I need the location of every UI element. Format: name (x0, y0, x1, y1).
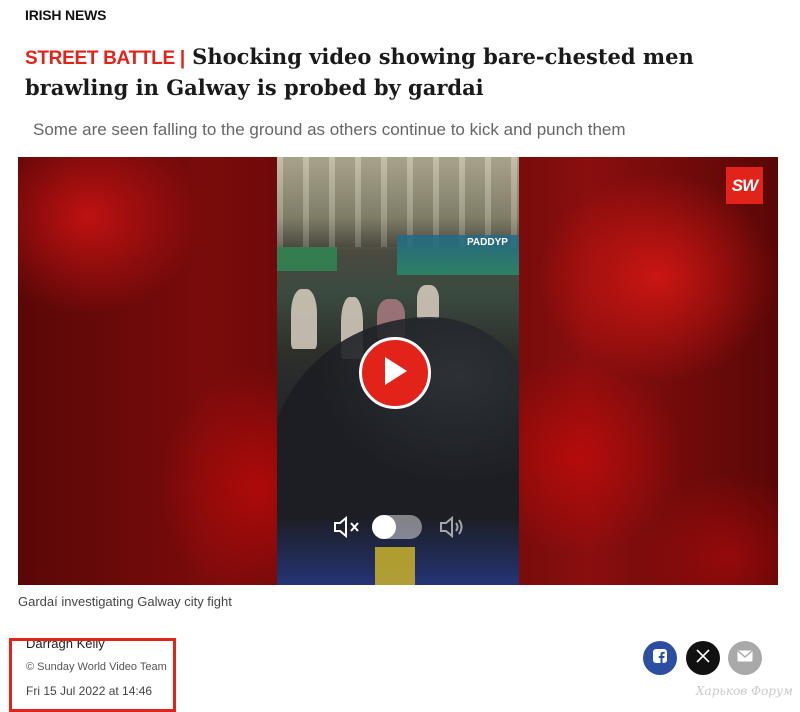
article-headline: STREET BATTLE | Shocking video showing b… (25, 42, 745, 102)
frame-shop-sign (277, 247, 337, 271)
share-x-button[interactable] (686, 641, 720, 675)
share-email-button[interactable] (728, 641, 762, 675)
sunday-world-logo: SW (726, 167, 763, 204)
watermark: Харьков Форум (696, 684, 793, 698)
headline-kicker: STREET BATTLE | (25, 48, 185, 69)
toggle-knob (372, 515, 396, 539)
video-caption: Gardaí investigating Galway city fight (18, 594, 232, 609)
frame-person (291, 289, 317, 349)
email-icon (737, 649, 753, 667)
play-button[interactable] (359, 337, 431, 409)
byline-highlight-box (9, 638, 176, 712)
sound-toggle[interactable] (372, 515, 422, 539)
frame-person (417, 285, 439, 319)
section-label[interactable]: IRISH NEWS (25, 7, 106, 23)
facebook-icon (652, 648, 668, 669)
speaker-mute-icon[interactable] (332, 515, 362, 544)
frame-sign-text: PADDYP (467, 237, 508, 248)
frame-building (277, 157, 519, 247)
share-facebook-button[interactable] (643, 641, 677, 675)
x-icon (696, 648, 710, 668)
speaker-volume-icon[interactable] (438, 515, 468, 544)
video-player[interactable]: PADDYP SW (18, 157, 778, 585)
article-standfirst: Some are seen falling to the ground as o… (33, 120, 626, 139)
frame-yellow-panel (375, 547, 415, 585)
play-icon (381, 355, 409, 392)
